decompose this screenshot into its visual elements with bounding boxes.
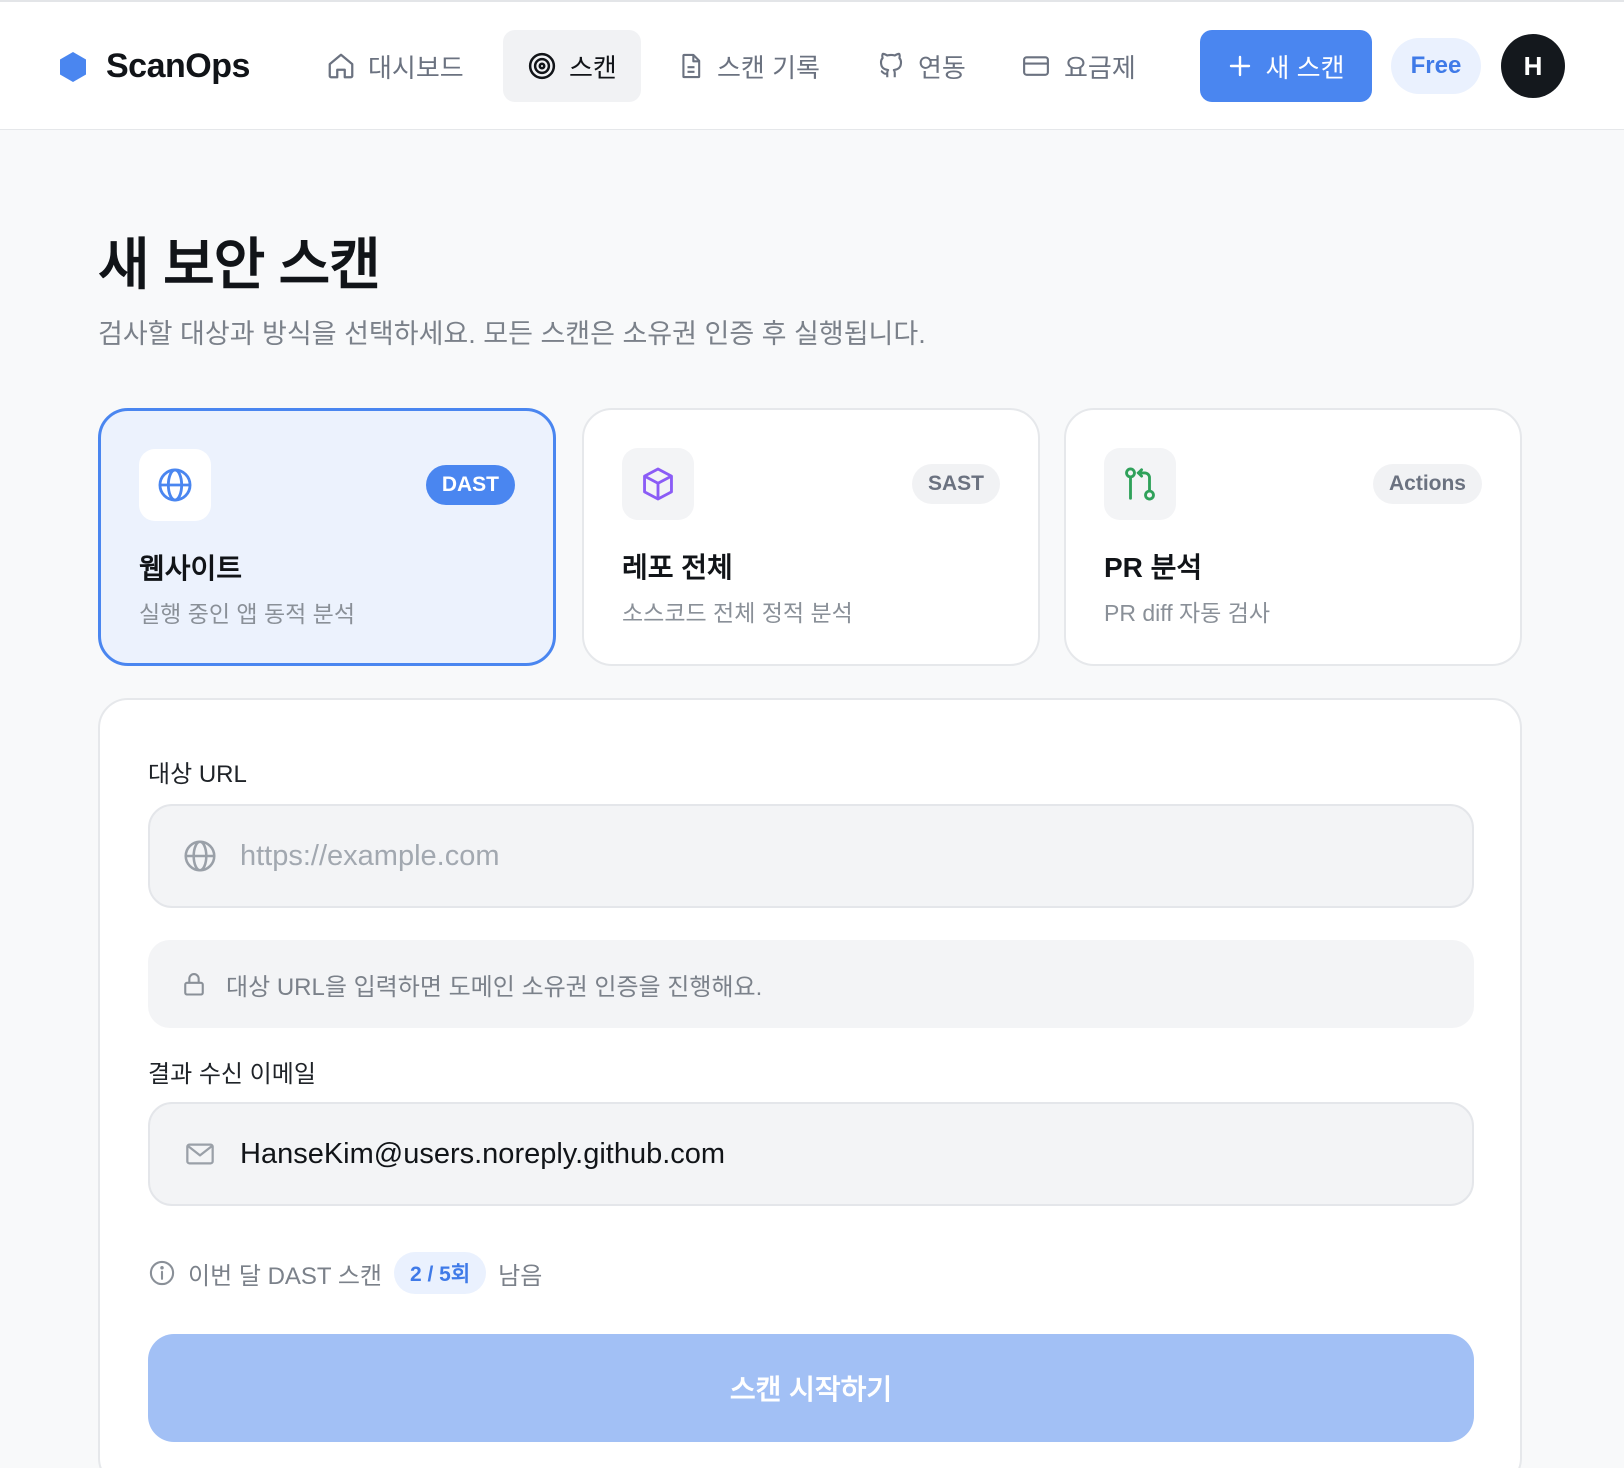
card-icon-container — [139, 449, 211, 521]
notice-text: 대상 URL을 입력하면 도메인 소유권 인증을 진행해요. — [226, 973, 763, 1001]
top-nav-bar: ScanOps 대시보드 스캔 스캔 기록 연동 요금제 새 스캔 Free H — [0, 2, 1624, 130]
page-subtitle: 검사할 대상과 방식을 선택하세요. 모든 스캔은 소유권 인증 후 실행됩니다… — [98, 319, 926, 349]
card-title: PR 분석 — [1104, 552, 1203, 583]
nav-item-integrations[interactable]: 연동 — [852, 30, 990, 102]
new-scan-button[interactable]: 새 스캔 — [1200, 30, 1372, 102]
nav-label: 요금제 — [1064, 52, 1136, 83]
nav-label: 대시보드 — [368, 52, 464, 83]
nav-item-pricing[interactable]: 요금제 — [996, 30, 1160, 102]
card-description: PR diff 자동 검사 — [1104, 600, 1271, 626]
pull-request-icon — [1125, 467, 1155, 501]
card-description: 소스코드 전체 정적 분석 — [622, 600, 853, 626]
card-icon-container — [622, 448, 694, 520]
nav-item-scan[interactable]: 스캔 — [503, 30, 641, 102]
nav-label: 스캔 기록 — [717, 52, 820, 83]
scan-type-card-website[interactable]: DAST 웹사이트 실행 중인 앱 동적 분석 — [98, 408, 556, 666]
lock-icon — [184, 973, 204, 996]
new-scan-label: 새 스캔 — [1265, 52, 1345, 83]
quota-prefix: 이번 달 DAST 스캔 — [188, 1262, 382, 1290]
card-title: 웹사이트 — [139, 553, 243, 584]
scan-type-card-repo[interactable]: SAST 레포 전체 소스코드 전체 정적 분석 — [582, 408, 1040, 666]
info-icon — [149, 1260, 175, 1286]
quota-suffix: 남음 — [498, 1262, 543, 1290]
page-title: 새 보안 스캔 — [98, 233, 381, 296]
globe-icon — [184, 840, 216, 872]
monthly-quota-info: 이번 달 DAST 스캔 2 / 5회 남음 — [148, 1252, 542, 1294]
email-input[interactable]: HanseKim@users.noreply.github.com — [148, 1102, 1474, 1206]
url-input[interactable]: https://example.com — [148, 804, 1474, 908]
url-field-label: 대상 URL — [148, 761, 247, 788]
hexagon-logo-icon — [60, 51, 86, 82]
app-logo[interactable]: ScanOps — [58, 47, 250, 86]
url-input-placeholder: https://example.com — [240, 839, 500, 872]
email-input-value: HanseKim@users.noreply.github.com — [240, 1137, 726, 1170]
domain-verification-notice: 대상 URL을 입력하면 도메인 소유권 인증을 진행해요. — [148, 940, 1474, 1028]
nav-label: 스캔 — [569, 52, 617, 83]
start-scan-button[interactable]: 스캔 시작하기 — [148, 1334, 1474, 1442]
scan-tag-badge: Actions — [1372, 464, 1482, 504]
cube-icon — [643, 467, 673, 501]
email-field-label: 결과 수신 이메일 — [148, 1061, 316, 1088]
quota-count-badge: 2 / 5회 — [393, 1252, 487, 1294]
nav-label: 연동 — [918, 52, 966, 83]
card-description: 실행 중인 앱 동적 분석 — [139, 601, 356, 627]
scan-type-card-pr[interactable]: Actions PR 분석 PR diff 자동 검사 — [1064, 408, 1522, 666]
card-title: 레포 전체 — [622, 552, 733, 583]
user-avatar[interactable]: H — [1501, 34, 1565, 98]
nav-item-dashboard[interactable]: 대시보드 — [302, 30, 488, 102]
target-icon — [528, 52, 556, 80]
github-icon — [879, 52, 903, 78]
plus-icon — [1229, 55, 1250, 77]
home-icon — [328, 53, 354, 79]
globe-icon — [158, 468, 192, 502]
app-name: ScanOps — [106, 47, 250, 85]
credit-card-icon — [1023, 56, 1049, 76]
nav-item-scan-history[interactable]: 스캔 기록 — [653, 30, 844, 102]
scan-tag-badge: DAST — [425, 465, 515, 505]
scan-tag-badge: SAST — [911, 464, 1000, 504]
scan-form-panel: 대상 URL https://example.com 대상 URL을 입력하면 … — [98, 698, 1522, 1468]
plan-badge[interactable]: Free — [1391, 38, 1481, 94]
mail-icon — [186, 1143, 214, 1165]
card-icon-container — [1104, 448, 1176, 520]
document-icon — [682, 53, 701, 79]
